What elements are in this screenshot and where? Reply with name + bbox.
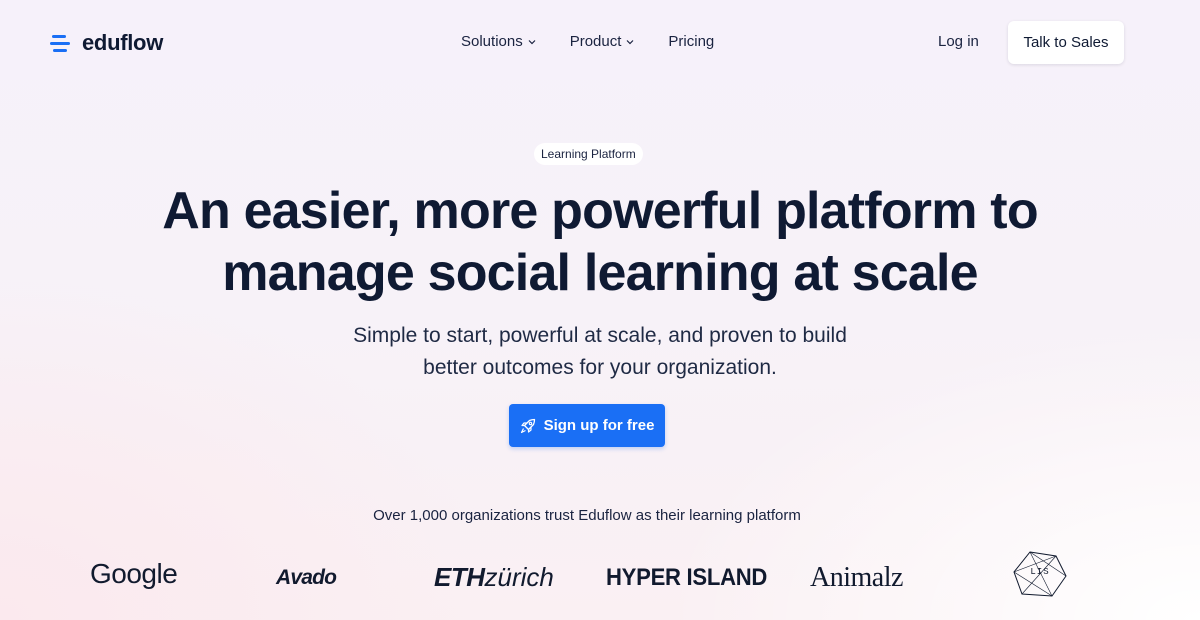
nav-item-pricing[interactable]: Pricing bbox=[668, 33, 714, 50]
eth-zurich-logo: ETHzürich bbox=[434, 562, 554, 593]
lis-logo-text: LIS bbox=[1030, 567, 1050, 577]
subtext-line: better outcomes for your organization. bbox=[423, 356, 777, 379]
hero-subtext: Simple to start, powerful at scale, and … bbox=[0, 320, 1200, 384]
hyper-island-logo: HYPER ISLAND bbox=[606, 564, 768, 591]
animalz-logo: Animalz bbox=[810, 562, 903, 593]
nav-item-label: Product bbox=[569, 33, 622, 50]
main-nav: Solutions Product Pricing bbox=[461, 33, 748, 50]
avado-logo: Avado bbox=[276, 566, 337, 590]
sign-up-label: Sign up for free bbox=[543, 417, 655, 434]
customer-logos: Google Avado ETHzürich HYPER ISLAND Anim… bbox=[0, 548, 1200, 608]
talk-to-sales-button[interactable]: Talk to Sales bbox=[1008, 21, 1124, 64]
eth-logo-rest: zürich bbox=[484, 562, 554, 592]
nav-item-label: Solutions bbox=[461, 33, 523, 50]
chevron-down-icon bbox=[528, 39, 536, 44]
nav-item-label: Pricing bbox=[668, 33, 715, 50]
subtext-line: Simple to start, powerful at scale, and … bbox=[353, 324, 847, 347]
sign-up-button[interactable]: Sign up for free bbox=[509, 404, 665, 447]
headline-line: An easier, more powerful platform to bbox=[162, 182, 1038, 240]
login-link[interactable]: Log in bbox=[938, 33, 979, 50]
rocket-icon bbox=[520, 418, 535, 433]
eth-logo-bold: ETH bbox=[434, 562, 485, 592]
chevron-down-icon bbox=[626, 39, 634, 44]
eduflow-logo-icon bbox=[50, 35, 70, 52]
site-header: eduflow Solutions Product Pricing Log in… bbox=[0, 0, 1200, 86]
logo-text: eduflow bbox=[82, 30, 164, 55]
lis-logo: LIS bbox=[1012, 550, 1068, 600]
google-logo: Google bbox=[90, 558, 178, 589]
eduflow-logo[interactable]: eduflow bbox=[50, 30, 163, 56]
nav-item-product[interactable]: Product bbox=[570, 33, 635, 50]
nav-item-solutions[interactable]: Solutions bbox=[461, 33, 536, 50]
category-badge: Learning Platform bbox=[534, 143, 643, 165]
headline-line: manage social learning at scale bbox=[222, 244, 978, 302]
avado-logo-text: Avado bbox=[276, 566, 337, 589]
hero-headline: An easier, more powerful platform to man… bbox=[0, 180, 1200, 304]
trust-statement: Over 1,000 organizations trust Eduflow a… bbox=[373, 507, 801, 524]
